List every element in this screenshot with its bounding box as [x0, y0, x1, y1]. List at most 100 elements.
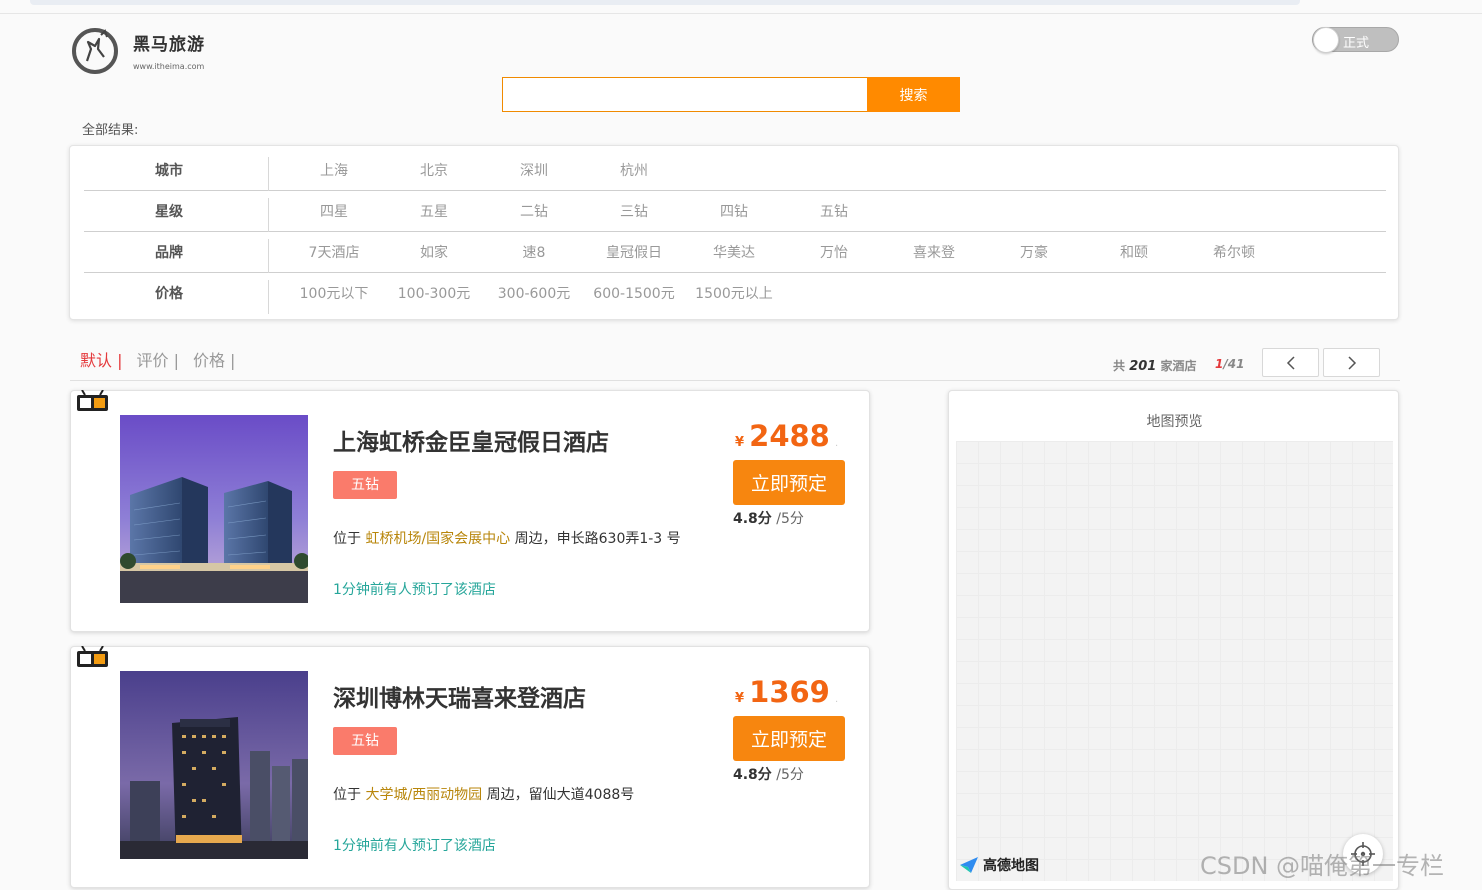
location-address: 周边，留仙大道4088号 [486, 787, 635, 803]
filter-divider [268, 239, 269, 273]
top-strip-bar [30, 0, 1300, 5]
hotel-count-suffix: 家酒店 [1160, 359, 1197, 373]
filter-divider [268, 157, 269, 191]
filter-option-brand[interactable]: 皇冠假日 [584, 233, 684, 273]
filter-option-price[interactable]: 300-600元 [484, 274, 584, 314]
filter-option-price[interactable]: 100-300元 [384, 274, 484, 314]
filter-option-star[interactable]: 四钻 [684, 192, 784, 232]
score-value: 4.8分 [733, 511, 772, 527]
score-max: /5分 [776, 511, 804, 527]
map-canvas[interactable] [956, 441, 1393, 881]
filter-row-price: 价格 100元以下 100-300元 300-600元 600-1500元 15… [84, 274, 1386, 314]
hotel-photo[interactable] [120, 415, 308, 603]
hotel-card[interactable]: 深圳博林天瑞喜来登酒店 五钻 位于 大学城/西丽动物园 周边，留仙大道4088号… [70, 646, 870, 888]
filter-option-brand[interactable]: 喜来登 [884, 233, 984, 273]
site-logo[interactable]: 黑马旅游 www.itheima.com [71, 27, 221, 79]
filter-row-city: 城市 上海 北京 深圳 杭州 [84, 151, 1386, 191]
price-suffix: . [834, 438, 839, 449]
price-value: 1369 [749, 675, 830, 709]
mode-toggle[interactable]: 正式 [1312, 27, 1399, 53]
recent-booking-note: 1分钟前有人预订了该酒店 [333, 838, 496, 854]
sort-bar: 默认 | 评价 | 价格 | 共 201 家酒店 1/41 [70, 341, 1400, 381]
hotel-price: ¥ 1369 . [735, 675, 838, 709]
filter-option-star[interactable]: 五星 [384, 192, 484, 232]
location-address: 周边，申长路630弄1-3 号 [514, 531, 681, 547]
filter-label: 价格 [155, 286, 183, 302]
filter-row-star: 星级 四星 五星 二钻 三钻 四钻 五钻 [84, 192, 1386, 232]
book-now-button[interactable]: 立即预定 [733, 716, 845, 761]
filter-option-brand[interactable]: 如家 [384, 233, 484, 273]
filter-row-brand: 品牌 7天酒店 如家 速8 皇冠假日 华美达 万怡 喜来登 万豪 和颐 希尔顿 [84, 233, 1386, 273]
filter-option-price[interactable]: 1500元以上 [684, 274, 784, 314]
total-pages: /41 [1223, 357, 1245, 371]
map-title: 地图预览 [1146, 414, 1203, 430]
watermark-text: CSDN @喵俺第一专栏 [1200, 852, 1445, 880]
currency-symbol: ¥ [735, 691, 745, 706]
location-prefix: 位于 [333, 531, 361, 547]
currency-symbol: ¥ [735, 435, 745, 450]
filter-option-brand[interactable]: 万怡 [784, 233, 884, 273]
filter-option-brand[interactable]: 7天酒店 [284, 233, 384, 273]
filter-option-brand[interactable]: 万豪 [984, 233, 1084, 273]
chevron-left-icon [1286, 356, 1295, 370]
filter-option-star[interactable]: 三钻 [584, 192, 684, 232]
map-provider-name: 高德地图 [983, 858, 1039, 874]
search-bar: 搜索 [502, 77, 960, 112]
filter-option-city[interactable]: 上海 [284, 151, 384, 191]
filter-option-star[interactable]: 二钻 [484, 192, 584, 232]
results-label: 全部结果: [82, 123, 139, 138]
hotel-card[interactable]: 上海虹桥金臣皇冠假日酒店 五钻 位于 虹桥机场/国家会展中心 周边，申长路630… [70, 390, 870, 632]
filter-option-city[interactable]: 北京 [384, 151, 484, 191]
hotel-count-prefix: 共 [1113, 359, 1126, 373]
score-value: 4.8分 [733, 767, 772, 783]
score-max: /5分 [776, 767, 804, 783]
hotel-name[interactable]: 上海虹桥金臣皇冠假日酒店 [333, 423, 609, 457]
hotel-name[interactable]: 深圳博林天瑞喜来登酒店 [333, 679, 586, 713]
filter-option-brand[interactable]: 希尔顿 [1184, 233, 1284, 273]
hotel-location: 位于 大学城/西丽动物园 周边，留仙大道4088号 [333, 784, 634, 804]
price-suffix: . [834, 694, 839, 705]
sort-default[interactable]: 默认 | [80, 347, 122, 371]
logo-horse-icon [72, 28, 118, 74]
filter-option-brand[interactable]: 和颐 [1084, 233, 1184, 273]
hotel-photo[interactable] [120, 671, 308, 859]
hotel-score: 4.8分 /5分 [733, 508, 804, 528]
filter-option-brand[interactable]: 华美达 [684, 233, 784, 273]
recent-booking-note: 1分钟前有人预订了该酒店 [333, 582, 496, 598]
hotel-location: 位于 虹桥机场/国家会展中心 周边，申长路630弄1-3 号 [333, 528, 681, 548]
sort-price[interactable]: 价格 | [193, 347, 235, 371]
ad-badge-icon [77, 390, 108, 411]
filter-option-price[interactable]: 100元以下 [284, 274, 384, 314]
hotel-price: ¥ 2488 . [735, 419, 838, 453]
search-button[interactable]: 搜索 [867, 77, 960, 112]
filter-option-city[interactable]: 深圳 [484, 151, 584, 191]
toggle-knob[interactable] [1313, 27, 1339, 53]
filter-option-star[interactable]: 五钻 [784, 192, 884, 232]
browser-top-strip [0, 0, 1482, 14]
hotel-count-total: 201 [1129, 359, 1157, 374]
filter-option-star[interactable]: 四星 [284, 192, 384, 232]
hotel-count: 共 201 家酒店 [1113, 357, 1197, 374]
map-provider-logo[interactable]: 高德地图 [959, 855, 1039, 875]
book-now-button[interactable]: 立即预定 [733, 460, 845, 505]
filter-option-brand[interactable]: 速8 [484, 233, 584, 273]
ad-badge-icon [77, 646, 108, 667]
map-preview-panel: 地图预览 高德地图 [948, 390, 1399, 890]
filter-panel: 城市 上海 北京 深圳 杭州 星级 四星 五星 二钻 三钻 四钻 五钻 品牌 7… [69, 145, 1399, 320]
filter-divider [268, 280, 269, 314]
filter-divider [268, 198, 269, 232]
prev-page-button[interactable] [1262, 348, 1319, 377]
filter-label: 品牌 [155, 245, 183, 261]
toggle-label: 正式 [1343, 36, 1370, 51]
next-page-button[interactable] [1323, 348, 1380, 377]
price-value: 2488 [749, 419, 830, 453]
location-area[interactable]: 大学城/西丽动物园 [365, 787, 482, 803]
filter-option-city[interactable]: 杭州 [584, 151, 684, 191]
sort-rating[interactable]: 评价 | [136, 347, 178, 371]
star-badge: 五钻 [333, 471, 397, 499]
location-area[interactable]: 虹桥机场/国家会展中心 [365, 531, 510, 547]
search-input[interactable] [502, 77, 868, 112]
location-prefix: 位于 [333, 787, 361, 803]
page-indicator: 1/41 [1215, 357, 1244, 371]
filter-option-price[interactable]: 600-1500元 [584, 274, 684, 314]
